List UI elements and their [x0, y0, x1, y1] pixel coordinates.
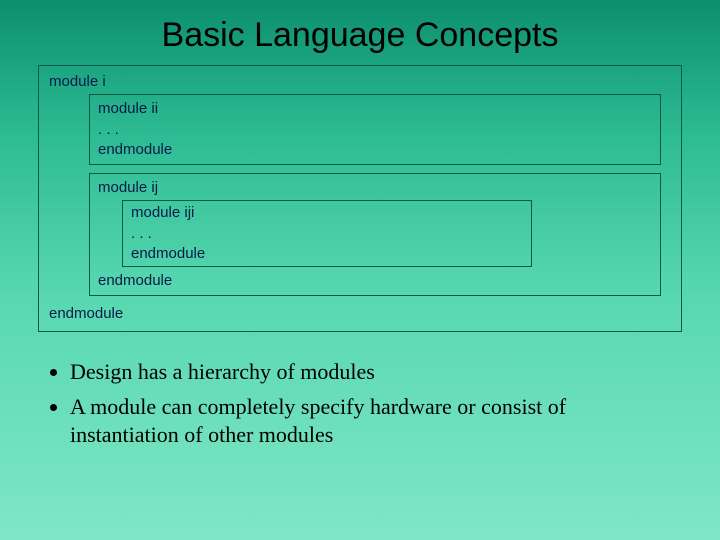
bullet-1: Design has a hierarchy of modules: [70, 358, 672, 386]
module-ii-start: module ii: [98, 99, 652, 119]
module-ij-end: endmodule: [98, 271, 652, 291]
module-i-end: endmodule: [49, 304, 671, 324]
module-i-start: module i: [49, 72, 671, 92]
slide-title: Basic Language Concepts: [0, 0, 720, 65]
module-ii-box: module ii . . . endmodule: [89, 94, 661, 165]
module-iji-start: module iji: [131, 203, 523, 223]
module-iji-box: module iji . . . endmodule: [122, 200, 532, 267]
module-i-box: module i module ii . . . endmodule modul…: [38, 65, 682, 332]
module-ij-start: module ij: [98, 178, 652, 198]
module-ii-end: endmodule: [98, 140, 652, 160]
bullet-list: Design has a hierarchy of modules A modu…: [48, 358, 672, 449]
module-iji-body: . . .: [131, 224, 523, 244]
bullet-2: A module can completely specify hardware…: [70, 393, 672, 448]
module-ii-body: . . .: [98, 120, 652, 140]
module-ij-box: module ij module iji . . . endmodule end…: [89, 173, 661, 296]
module-iji-end: endmodule: [131, 244, 523, 264]
